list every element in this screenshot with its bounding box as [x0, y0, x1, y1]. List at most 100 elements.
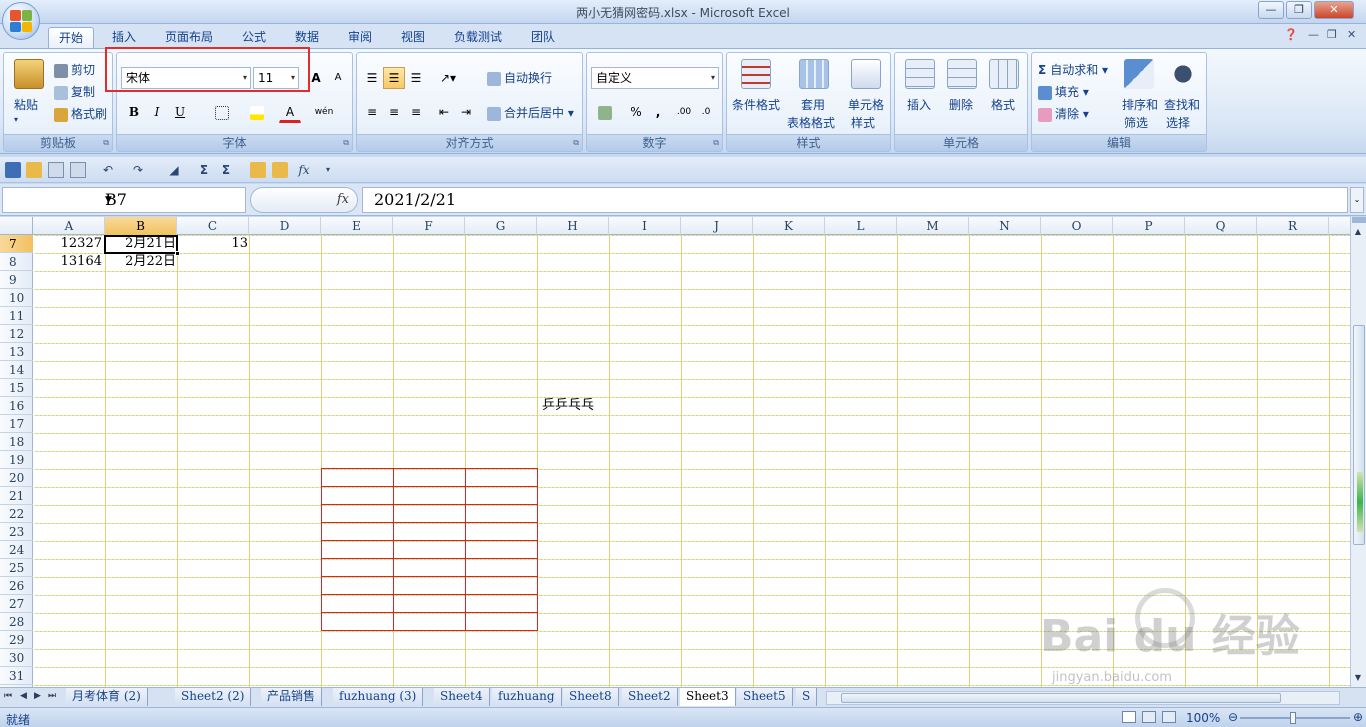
paste-button[interactable]: 粘贴 — [14, 96, 38, 113]
sheet-tab[interactable]: Sheet4 — [434, 688, 490, 706]
row-header-23[interactable]: 23 — [0, 523, 33, 541]
cell-a8[interactable]: 13164 — [34, 253, 104, 271]
new-folder-icon[interactable] — [272, 162, 288, 178]
name-box[interactable]: B7 ▼ — [2, 187, 246, 213]
find-select-button[interactable]: 查找和 — [1164, 96, 1200, 113]
office-button[interactable] — [2, 2, 40, 40]
merge-center-button[interactable]: 合并后居中 ▾ — [487, 104, 574, 121]
tab-view[interactable]: 视图 — [391, 27, 435, 48]
paste-dropdown-icon[interactable]: ▾ — [14, 115, 18, 124]
zoom-out-icon[interactable]: ⊖ — [1228, 710, 1238, 724]
tab-review[interactable]: 审阅 — [338, 27, 382, 48]
row-header-25[interactable]: 25 — [0, 559, 33, 577]
minimize-button[interactable]: — — [1258, 1, 1284, 19]
last-sheet-icon[interactable]: ⏭ — [48, 691, 56, 701]
sheet-tab[interactable]: S — [796, 688, 818, 706]
delete-cells-button[interactable]: 删除 — [949, 96, 973, 113]
ribbon-minimize-icon[interactable]: — — [1308, 28, 1319, 41]
align-center-button[interactable]: ≡ — [383, 101, 405, 123]
vertical-scrollbar[interactable]: ▲ ▼ — [1350, 217, 1366, 687]
decrease-indent-button[interactable]: ⇤ — [433, 101, 455, 123]
row-header-22[interactable]: 22 — [0, 505, 33, 523]
chart-icon[interactable]: ◢ — [166, 162, 182, 178]
column-header-h[interactable]: H — [537, 217, 609, 235]
row-header-12[interactable]: 12 — [0, 325, 33, 343]
currency-button[interactable] — [591, 101, 621, 123]
normal-view-icon[interactable] — [1122, 711, 1136, 723]
cell-styles-button[interactable]: 单元格 — [848, 96, 884, 113]
align-right-button[interactable]: ≡ — [405, 101, 427, 123]
help-icon[interactable]: ❓ — [1284, 28, 1298, 41]
number-format-select[interactable]: 自定义 ▾ — [591, 67, 719, 89]
sheet-tab[interactable]: 月考体育 (2) — [66, 688, 148, 706]
tab-load-test[interactable]: 负载测试 — [444, 27, 512, 48]
customize-qat-icon[interactable]: ▾ — [320, 162, 336, 178]
expand-formula-icon[interactable]: ⌄ — [1350, 187, 1364, 213]
conditional-format-button[interactable]: 条件格式 — [732, 96, 780, 113]
row-header-27[interactable]: 27 — [0, 595, 33, 613]
column-header-i[interactable]: I — [609, 217, 681, 235]
page-layout-view-icon[interactable] — [1142, 711, 1156, 723]
decrease-decimal-button[interactable]: .0 — [695, 101, 717, 123]
clear-button[interactable]: 清除 ▾ — [1038, 105, 1089, 122]
cell-a7[interactable]: 12327 — [34, 235, 104, 253]
sheet-tab[interactable]: Sheet5 — [737, 688, 793, 706]
italic-button[interactable]: I — [146, 101, 168, 123]
row-header-20[interactable]: 20 — [0, 469, 33, 487]
sheet-tab[interactable]: 产品销售 — [261, 688, 323, 706]
formula-input[interactable]: 2021/2/21 — [362, 187, 1348, 213]
cell-c7[interactable]: 13 — [178, 235, 250, 253]
copy-button[interactable]: 复制 — [54, 83, 95, 100]
row-header-17[interactable]: 17 — [0, 415, 33, 433]
clipboard-launcher-icon[interactable]: ⧉ — [103, 138, 109, 148]
number-launcher-icon[interactable]: ⧉ — [713, 138, 719, 148]
column-header-f[interactable]: F — [393, 217, 465, 235]
zoom-level[interactable]: 100% — [1186, 711, 1220, 725]
save-icon[interactable] — [5, 162, 21, 178]
column-header-j[interactable]: J — [681, 217, 753, 235]
next-sheet-icon[interactable]: ▶ — [34, 691, 41, 701]
column-header-r[interactable]: R — [1257, 217, 1329, 235]
increase-decimal-button[interactable]: .00 — [673, 101, 695, 123]
tab-formulas[interactable]: 公式 — [232, 27, 276, 48]
open-folder-icon[interactable] — [26, 162, 42, 178]
row-header-14[interactable]: 14 — [0, 361, 33, 379]
insert-function-button[interactable]: fx — [337, 192, 349, 207]
close-button[interactable]: ✕ — [1314, 1, 1354, 19]
bold-button[interactable]: B — [123, 101, 145, 123]
align-left-button[interactable]: ≡ — [361, 101, 383, 123]
column-header-m[interactable]: M — [897, 217, 969, 235]
select-all-corner[interactable] — [0, 217, 33, 235]
cell-h16[interactable]: 乒乒乓乓 — [540, 397, 640, 415]
tab-data[interactable]: 数据 — [285, 27, 329, 48]
row-header-11[interactable]: 11 — [0, 307, 33, 325]
column-header-o[interactable]: O — [1041, 217, 1113, 235]
maximize-button[interactable]: ❐ — [1286, 1, 1312, 19]
row-header-30[interactable]: 30 — [0, 649, 33, 667]
font-launcher-icon[interactable]: ⧉ — [343, 138, 349, 148]
phonetic-button[interactable]: wén — [313, 101, 335, 123]
orientation-button[interactable]: ↗▾ — [433, 67, 463, 89]
sheet-tab[interactable]: fuzhuang (3) — [333, 688, 424, 706]
row-header-15[interactable]: 15 — [0, 379, 33, 397]
insert-function-icon[interactable]: fx — [296, 162, 312, 178]
insert-cells-button[interactable]: 插入 — [907, 96, 931, 113]
wrap-text-button[interactable]: 自动换行 — [487, 69, 552, 86]
first-sheet-icon[interactable]: ⏮ — [4, 691, 12, 701]
column-header-q[interactable]: Q — [1185, 217, 1257, 235]
row-header-8[interactable]: 8 — [0, 253, 33, 271]
table-format-button[interactable]: 套用 — [801, 96, 825, 113]
alignment-launcher-icon[interactable]: ⧉ — [573, 138, 579, 148]
fill-color-button[interactable] — [247, 101, 269, 123]
font-color-button[interactable]: A — [279, 101, 301, 123]
row-header-18[interactable]: 18 — [0, 433, 33, 451]
increase-indent-button[interactable]: ⇥ — [455, 101, 477, 123]
prev-sheet-icon[interactable]: ◀ — [20, 691, 27, 701]
cut-button[interactable]: 剪切 — [54, 61, 95, 78]
undo-icon[interactable]: ↶ — [100, 162, 116, 178]
row-header-26[interactable]: 26 — [0, 577, 33, 595]
row-header-24[interactable]: 24 — [0, 541, 33, 559]
column-header-d[interactable]: D — [249, 217, 321, 235]
column-header-e[interactable]: E — [321, 217, 393, 235]
cell-b8[interactable]: 2月22日 — [106, 253, 178, 271]
